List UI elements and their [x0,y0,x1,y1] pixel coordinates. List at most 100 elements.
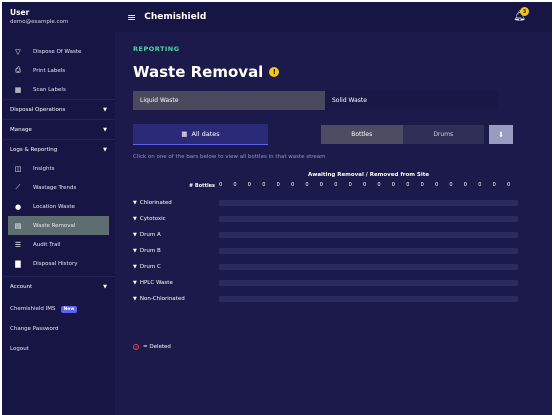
chart-row[interactable]: ▼ Drum B [133,246,523,256]
chart-hint: Click on one of the bars below to view a… [133,154,326,160]
caret-down-icon: ▼ [133,264,137,270]
chart-row[interactable]: ▼ HPLC Waste [133,278,523,288]
category-label[interactable]: ▼ HPLC Waste [133,280,219,286]
date-filter-button[interactable]: ▦ All dates [133,124,268,145]
bar-track[interactable] [219,280,518,286]
chart-row[interactable]: ▼ Cytotoxic [133,214,523,224]
x-tick-label: 0 [363,182,367,188]
sidebar-item-label: Disposal History [33,260,78,267]
grid-icon: ▦ [14,85,22,94]
user-name: User [10,8,30,17]
section-label: Account [10,283,33,290]
calendar-icon: ▦ [181,130,188,138]
toggle-drums[interactable]: Drums [402,125,484,144]
section-label: Disposal Operations [10,106,66,113]
caret-down-icon: ▼ [133,280,137,286]
sidebar-item-print-labels[interactable]: ⎙ Print Labels [2,61,115,80]
date-filter-label: All dates [191,130,220,138]
sidebar-item-dispose-of-waste[interactable]: ▽ Dispose Of Waste [2,42,115,61]
caret-down-icon: ▼ [133,216,137,222]
category-label[interactable]: ▼ Cytotoxic [133,216,219,222]
category-name: Cytotoxic [139,216,166,222]
user-email: demo@example.com [10,19,69,25]
bar-track[interactable] [219,232,518,238]
sidebar-item-logout[interactable]: Logout [2,339,115,359]
download-icon: ⬇ [498,130,504,139]
caret-down-icon: ▼ [133,296,137,302]
bar-track[interactable] [219,264,518,270]
category-label[interactable]: ▼ Drum A [133,232,219,238]
chart-row[interactable]: ▼ Chlorinated [133,198,523,208]
section-disposal-operations[interactable]: Disposal Operations ▼ [2,99,115,119]
category-label[interactable]: ▼ Non-Chlorinated [133,296,219,302]
bar-track[interactable] [219,296,518,302]
x-axis-label: # Bottles [189,183,216,189]
section-manage[interactable]: Manage ▼ [2,119,115,139]
category-name: Drum C [139,264,161,270]
app-title: Chemishield [144,12,207,22]
chart-row[interactable]: ▼ Drum C [133,262,523,272]
tab-liquid-waste[interactable]: Liquid Waste [133,91,325,110]
sidebar-item-chemishield-ims[interactable]: Chemishield IMS New [2,299,115,319]
sidebar-item-wastage-trends[interactable]: ⟋ Wastage Trends [2,178,115,197]
tab-solid-waste[interactable]: Solid Waste [325,91,498,110]
toggle-bottles[interactable]: Bottles [321,125,403,144]
sidebar-item-change-password[interactable]: Change Password [2,319,115,339]
sidebar-item-location-waste[interactable]: ● Location Waste [2,197,115,216]
user-block: User demo@example.com [2,2,115,42]
sidebar-item-scan-labels[interactable]: ▦ Scan Labels [2,80,115,99]
x-tick-label: 0 [420,182,424,188]
x-tick-label: 0 [449,182,453,188]
list-icon: ☰ [14,240,22,249]
page-title-text: Waste Removal [133,63,264,81]
sidebar-item-label: Location Waste [33,203,75,210]
category-name: Chlorinated [139,200,172,206]
top-bar: ≡ Chemishield 🔔︎ 3 [115,2,552,32]
info-icon[interactable]: ! [269,67,280,77]
deleted-legend-label: = Deleted [143,344,171,350]
x-tick-label: 0 [276,182,280,188]
x-tick-label: 0 [291,182,295,188]
sidebar-item-label: Wastage Trends [33,184,77,191]
sidebar-item-label: Audit Trail [33,241,61,248]
x-tick-label: 0 [391,182,395,188]
section-logs-reporting[interactable]: Logs & Reporting ▼ [2,139,115,159]
x-tick-label: 0 [348,182,352,188]
bar-track[interactable] [219,248,518,254]
chart-title: Awaiting Removal / Removed from Site [308,172,430,178]
waste-chart: Awaiting Removal / Removed from Site # B… [115,168,552,368]
sidebar-item-audit-trail[interactable]: ☰ Audit Trail [2,235,115,254]
section-account[interactable]: Account ▼ [2,276,115,296]
sidebar-item-waste-removal[interactable]: ▤ Waste Removal [8,216,109,235]
category-label[interactable]: ▼ Chlorinated [133,200,219,206]
hamburger-menu-icon[interactable]: ≡ [127,11,136,24]
category-label[interactable]: ▼ Drum B [133,248,219,254]
caret-down-icon: ▼ [103,126,107,133]
app-window: User demo@example.com ▽ Dispose Of Waste… [2,2,552,415]
caret-down-icon: ▼ [103,283,107,290]
sidebar: User demo@example.com ▽ Dispose Of Waste… [2,2,115,415]
bar-track[interactable] [219,200,518,206]
category-label[interactable]: ▼ Drum C [133,264,219,270]
new-badge: New [60,305,78,313]
sidebar-item-disposal-history[interactable]: ▇ Disposal History [2,254,115,273]
caret-down-icon: ▼ [103,146,107,153]
x-axis-ticks: 0 0 0 0 0 0 0 0 0 0 0 0 0 0 0 0 0 0 0 0 0 [219,182,519,190]
deleted-icon: × [133,344,139,350]
download-button[interactable]: ⬇ [489,125,513,144]
x-tick-label: 0 [463,182,467,188]
x-tick-label: 0 [262,182,266,188]
chart-row[interactable]: ▼ Non-Chlorinated [133,294,523,304]
sidebar-item-insights[interactable]: ◫ Insights [2,159,115,178]
sidebar-item-label: Dispose Of Waste [33,48,82,55]
caret-down-icon: ▼ [133,248,137,254]
notification-badge: 3 [520,7,529,16]
section-label: Manage [10,126,32,133]
sidebar-item-label: Print Labels [33,67,66,74]
category-name: HPLC Waste [139,280,173,286]
chart-row[interactable]: ▼ Drum A [133,230,523,240]
x-tick-label: 0 [219,182,223,188]
bin-icon: ▤ [14,221,22,230]
sidebar-item-label: Waste Removal [33,222,76,229]
bar-track[interactable] [219,216,518,222]
